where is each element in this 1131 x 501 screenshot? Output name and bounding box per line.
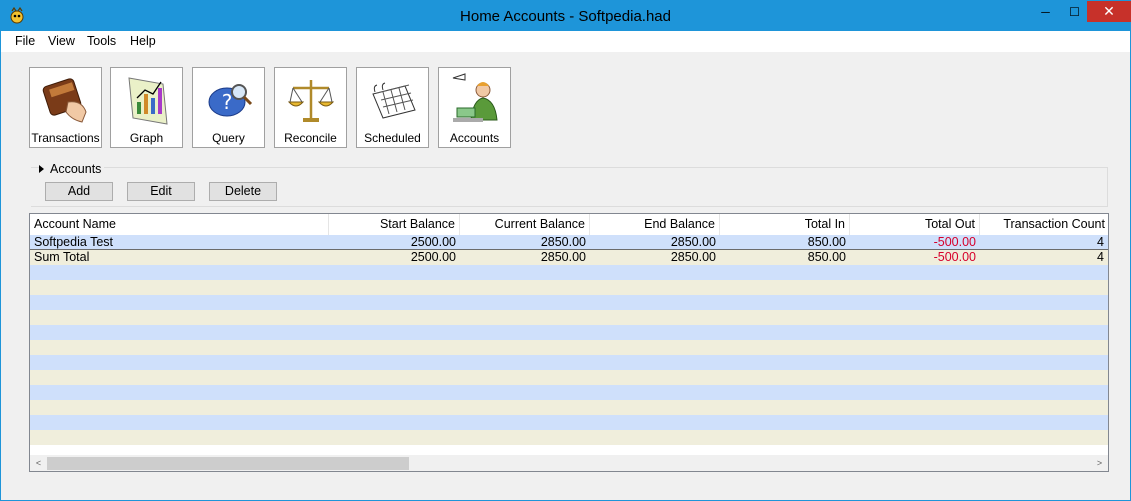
minimize-button[interactable]: ─ — [1031, 1, 1060, 22]
window-title: Home Accounts - Softpedia.had — [460, 8, 671, 25]
empty-row — [30, 340, 1108, 355]
app-window: Home Accounts - Softpedia.had ─ ☐ ✕ File… — [0, 0, 1131, 501]
table-body: Softpedia Test 2500.00 2850.00 2850.00 8… — [30, 235, 1108, 445]
scales-icon — [287, 80, 335, 122]
accounts-table: Account Name Start Balance Current Balan… — [29, 213, 1109, 472]
accounts-button[interactable]: Accounts — [438, 67, 511, 148]
empty-row — [30, 295, 1108, 310]
cell-start-balance: 2500.00 — [410, 235, 456, 249]
cell-current-balance: 2850.00 — [540, 250, 586, 264]
calendar-icon — [372, 82, 416, 119]
empty-row — [30, 310, 1108, 325]
table-row[interactable]: Softpedia Test 2500.00 2850.00 2850.00 8… — [30, 235, 1108, 250]
close-icon: ✕ — [1103, 3, 1115, 19]
query-button[interactable]: ? Query — [192, 67, 265, 148]
col-total-out[interactable]: Total Out — [850, 214, 980, 235]
col-start-balance[interactable]: Start Balance — [329, 214, 460, 235]
cell-current-balance: 2850.00 — [540, 235, 586, 249]
empty-row — [30, 430, 1108, 445]
empty-row — [30, 400, 1108, 415]
maximize-icon: ☐ — [1069, 4, 1080, 19]
scheduled-label: Scheduled — [364, 131, 421, 145]
cell-account-name: Softpedia Test — [34, 235, 113, 249]
menu-tools[interactable]: Tools — [87, 34, 116, 48]
expand-arrow-icon — [39, 165, 44, 173]
cell-total-in: 850.00 — [807, 235, 846, 249]
accounts-group-header[interactable]: Accounts — [39, 162, 105, 176]
edit-account-button[interactable]: Edit — [127, 182, 195, 201]
query-icon: ? — [208, 84, 253, 117]
cell-transaction-count: 4 — [1097, 235, 1104, 249]
empty-row — [30, 280, 1108, 295]
cell-start-balance: 2500.00 — [410, 250, 456, 264]
graph-icon — [128, 77, 168, 125]
graph-label: Graph — [129, 131, 164, 145]
cell-total-out: -500.00 — [933, 250, 976, 264]
cell-total-in: 850.00 — [807, 250, 846, 264]
empty-row — [30, 415, 1108, 430]
empty-row — [30, 355, 1108, 370]
reconcile-label: Reconcile — [284, 131, 337, 145]
empty-row — [30, 325, 1108, 340]
empty-row — [30, 370, 1108, 385]
scroll-right-button[interactable]: > — [1091, 455, 1108, 471]
reconcile-button[interactable]: Reconcile — [274, 67, 347, 148]
accounts-label: Accounts — [449, 131, 500, 145]
col-current-balance[interactable]: Current Balance — [460, 214, 590, 235]
table-row[interactable]: Sum Total 2500.00 2850.00 2850.00 850.00… — [30, 250, 1108, 265]
bank-teller-icon — [452, 73, 498, 122]
chevron-right-icon: > — [1096, 458, 1103, 468]
minimize-icon: ─ — [1041, 4, 1050, 19]
menu-help[interactable]: Help — [130, 34, 156, 48]
title-bar[interactable]: Home Accounts - Softpedia.had ─ ☐ ✕ — [1, 1, 1131, 31]
graph-button[interactable]: Graph — [110, 67, 183, 148]
transactions-button[interactable]: Transactions — [29, 67, 102, 148]
menu-file[interactable]: File — [15, 34, 35, 48]
scroll-left-button[interactable]: < — [30, 455, 47, 471]
accounts-group: Accounts Add Edit Delete — [31, 162, 1108, 207]
cell-transaction-count: 4 — [1097, 250, 1104, 264]
col-end-balance[interactable]: End Balance — [590, 214, 720, 235]
menu-view[interactable]: View — [48, 34, 75, 48]
add-account-button[interactable]: Add — [45, 182, 113, 201]
close-button[interactable]: ✕ — [1087, 1, 1131, 22]
menu-bar: File View Tools Help — [1, 31, 1130, 52]
wallet-icon — [42, 78, 87, 123]
delete-account-button[interactable]: Delete — [209, 182, 277, 201]
cell-end-balance: 2850.00 — [670, 235, 716, 249]
col-account-name[interactable]: Account Name — [30, 214, 329, 235]
empty-row — [30, 385, 1108, 400]
query-label: Query — [212, 131, 245, 145]
scheduled-button[interactable]: Scheduled — [356, 67, 429, 148]
horizontal-scrollbar[interactable]: < > — [30, 455, 1108, 471]
accounts-group-caption: Accounts — [50, 162, 102, 176]
scrollbar-thumb[interactable] — [47, 457, 409, 470]
col-total-in[interactable]: Total In — [720, 214, 850, 235]
svg-text:?: ? — [222, 90, 233, 114]
table-header: Account Name Start Balance Current Balan… — [30, 214, 1108, 235]
cell-total-out: -500.00 — [933, 235, 976, 249]
col-transaction-count[interactable]: Transaction Count — [980, 214, 1108, 235]
maximize-button[interactable]: ☐ — [1060, 1, 1089, 22]
chevron-left-icon: < — [35, 458, 42, 468]
transactions-label: Transactions — [31, 131, 100, 145]
cell-account-name: Sum Total — [34, 250, 90, 264]
cell-end-balance: 2850.00 — [670, 250, 716, 264]
empty-row — [30, 265, 1108, 280]
